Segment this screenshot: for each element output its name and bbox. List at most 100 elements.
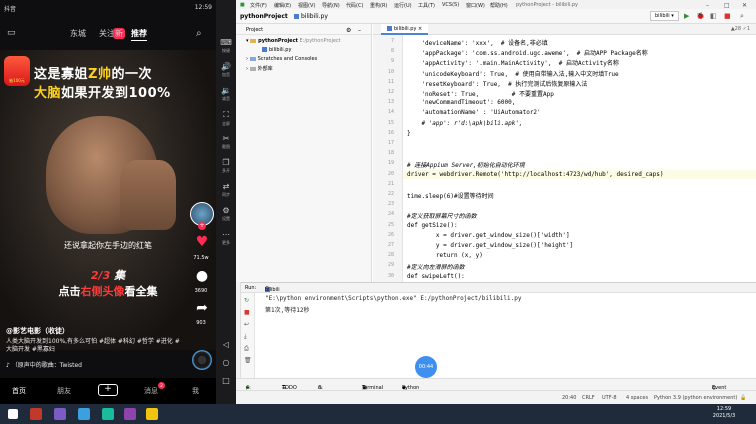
live-tv-icon[interactable]: ▭: [7, 28, 16, 38]
recording-timer[interactable]: 00:44: [415, 356, 437, 378]
maximize-icon[interactable]: □: [724, 2, 730, 9]
trash-icon[interactable]: 🗑: [244, 357, 252, 364]
taskbar-app-icon[interactable]: [124, 408, 136, 420]
python-interpreter[interactable]: Python 3.9 (python environment): [654, 395, 737, 401]
run-icon[interactable]: ▶: [684, 12, 689, 20]
breadcrumb-project[interactable]: pythonProject: [240, 13, 288, 20]
share-icon[interactable]: ➦: [192, 300, 212, 316]
menu-file[interactable]: 文件(F): [250, 2, 267, 9]
menu-refactor[interactable]: 重构(R): [370, 2, 387, 9]
promo-logo[interactable]: 抽100元: [4, 56, 30, 86]
banner2-suffix: 如果开发到100%: [61, 86, 171, 101]
tree-scratches[interactable]: › Scratches and Consoles: [246, 56, 317, 62]
menu-window[interactable]: 窗口(W): [466, 2, 485, 9]
taskbar-app-icon[interactable]: [146, 408, 158, 420]
breadcrumb-file[interactable]: bilibili.py: [294, 13, 328, 20]
nav-home[interactable]: 首页: [12, 386, 26, 396]
menu-help[interactable]: 帮助(H): [490, 2, 508, 9]
line-number: 27: [387, 242, 394, 248]
minimize-icon[interactable]: –: [706, 2, 709, 9]
run-config-select[interactable]: bilibili ▾: [650, 11, 679, 21]
keyboard-icon: ⌨: [220, 38, 232, 47]
back-icon: ◁: [222, 340, 230, 349]
emulator-toolbar: ⌨ 按键 🔊 加音 🔉 减音 ⛶ 全屏 ✂ 截图 ❐ 多开 ⇄ 同步 ⚙ 设置 ⋯ 更多 ◁ ○ …: [216, 0, 236, 404]
file-encoding[interactable]: UTF-8: [602, 395, 617, 401]
editor-tab-bilibili[interactable]: bilibili.py ×: [381, 24, 429, 35]
start-icon[interactable]: [8, 409, 18, 419]
menu-tools[interactable]: 工具(T): [418, 2, 435, 9]
inspection-indicators[interactable]: ▲28 ✓1: [731, 26, 750, 32]
debug-icon[interactable]: 🐞: [696, 12, 705, 20]
heart-icon[interactable]: ♥: [192, 234, 212, 250]
line-separator[interactable]: CRLF: [582, 395, 595, 401]
music-info[interactable]: ♪ （原声中的歌曲：Twisted: [6, 360, 82, 369]
error-stripe[interactable]: [752, 38, 755, 278]
wrap-icon[interactable]: ↩: [244, 321, 249, 328]
print-icon[interactable]: ⎙: [244, 345, 249, 353]
taskbar-app-icon[interactable]: [30, 408, 42, 420]
search-everywhere-icon[interactable]: ⌕: [740, 12, 744, 21]
code-line: driver = webdriver.Remote('http://localh…: [407, 170, 664, 178]
menu-edit[interactable]: 编辑(E): [274, 2, 291, 9]
pycharm-taskbar-icon[interactable]: [102, 408, 114, 420]
coverage-icon[interactable]: ◧: [710, 12, 717, 20]
nav-me[interactable]: 我: [192, 386, 199, 396]
gear-icon[interactable]: ⚙: [346, 27, 351, 34]
emu-back-button[interactable]: ◁: [216, 340, 236, 349]
tree-file[interactable]: bilibili.py: [262, 47, 291, 53]
run-tab[interactable]: bilibili ×: [265, 285, 280, 293]
tab-dongcheng[interactable]: 东城: [70, 28, 86, 39]
nav-friends[interactable]: 朋友: [57, 386, 71, 396]
lock-icon[interactable]: 🔓: [740, 395, 746, 401]
line-number: 15: [387, 119, 394, 126]
banner1-suffix: 的一次: [111, 67, 152, 82]
music-disc-icon[interactable]: [192, 350, 212, 370]
emu-home-button[interactable]: ○: [216, 358, 236, 367]
stop-icon[interactable]: ■: [724, 12, 731, 20]
tree-root[interactable]: ▾ pythonProject E:/pythonProject: [246, 38, 341, 44]
menu-run[interactable]: 运行(U): [394, 2, 412, 9]
nav-create-button[interactable]: +: [98, 384, 118, 396]
emu-recent-button[interactable]: □: [216, 376, 236, 385]
emu-screenshot-button[interactable]: ✂ 截图: [216, 134, 236, 150]
follow-plus-icon[interactable]: +: [198, 222, 206, 230]
comment-icon[interactable]: ●: [192, 268, 212, 284]
taskbar-app-icon[interactable]: [78, 408, 90, 420]
indent-setting[interactable]: 4 spaces: [626, 395, 648, 401]
like-count: 71.5w: [193, 255, 209, 261]
emu-fullscreen-button[interactable]: ⛶ 全屏: [216, 110, 236, 127]
emu-volume-down-button[interactable]: 🔉 减音: [216, 86, 236, 102]
video-banner-line2: 大脑如果开发到100%: [34, 82, 171, 101]
emu-settings-button[interactable]: ⚙ 设置: [216, 206, 236, 222]
scroll-end-icon[interactable]: ⤓: [244, 333, 247, 341]
search-icon[interactable]: ⌕: [196, 28, 202, 39]
author-name[interactable]: @影艺电影（收徒）: [6, 326, 69, 336]
line-number: 22: [387, 191, 394, 197]
emu-sync-button[interactable]: ⇄ 同步: [216, 182, 236, 198]
close-icon[interactable]: ✕: [742, 2, 747, 9]
taskbar-clock[interactable]: 12:59 2021/5/3: [706, 406, 742, 420]
hide-panel-icon[interactable]: –: [358, 27, 361, 34]
menu-view[interactable]: 视图(V): [298, 2, 315, 9]
taskbar-app-icon[interactable]: [54, 408, 66, 420]
tab-recommend[interactable]: 推荐: [131, 28, 147, 39]
rerun-icon[interactable]: ↻: [244, 297, 249, 304]
project-panel-title[interactable]: Project: [246, 27, 263, 33]
menu-navigate[interactable]: 导航(N): [322, 2, 340, 9]
menu-vcs[interactable]: VCS(S): [442, 2, 459, 8]
menu-code[interactable]: 代码(C): [346, 2, 363, 9]
nav-messages[interactable]: 消息: [144, 386, 158, 396]
line-number: 16: [387, 129, 394, 136]
emu-keyboard-button[interactable]: ⌨ 按键: [216, 38, 236, 54]
line-gutter: 7 8 9 10 11 12 13 14 15 16 17 18 19 20 21 22 23 24 25 26 27 2…: [373, 35, 403, 282]
app-logo-icon: ■: [240, 2, 245, 8]
emu-volume-up-button[interactable]: 🔊 加音: [216, 62, 236, 78]
tree-external[interactable]: › 外部库: [246, 65, 273, 72]
emu-multi-button[interactable]: ❐ 多开: [216, 158, 236, 174]
caret-position[interactable]: 20:40: [562, 395, 576, 401]
code-area[interactable]: 'deviceName': 'xxx', # 设备名,非必填 'appPacka…: [407, 35, 752, 282]
stop-run-icon[interactable]: ■: [244, 309, 250, 316]
emu-more-button[interactable]: ⋯ 更多: [216, 230, 236, 246]
code-line: def getSize():: [407, 221, 458, 229]
line-number: 20: [387, 170, 394, 177]
